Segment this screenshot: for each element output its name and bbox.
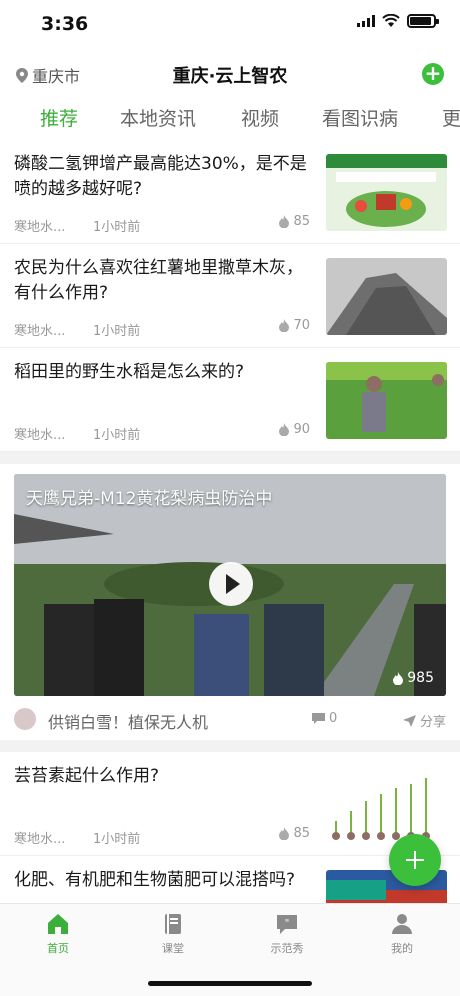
- article-time: 1小时前: [93, 220, 141, 235]
- share-button[interactable]: 分享: [402, 711, 446, 730]
- avatar[interactable]: [14, 708, 36, 730]
- video-title: 天鹰兄弟-M12黄花梨病虫防治中: [26, 489, 273, 509]
- battery-icon: [407, 14, 439, 28]
- article-source: 寒地水...: [14, 428, 66, 443]
- nav-bar: 重庆市 重庆·云上智农 +: [0, 54, 460, 96]
- category-tabs: 推荐 本地资讯 视频 看图识病 更: [0, 100, 460, 138]
- flame-icon: [393, 671, 404, 685]
- flame-icon: [279, 215, 290, 228]
- comment-button[interactable]: 0: [312, 711, 337, 726]
- tab-video[interactable]: 视频: [241, 104, 279, 131]
- rice-field-image: [326, 362, 447, 439]
- article-views-count: 70: [293, 318, 310, 333]
- tab-profile-label: 我的: [391, 942, 413, 955]
- article-views: 90: [279, 422, 310, 437]
- article-source: 寒地水...: [14, 220, 66, 235]
- book-icon: [165, 914, 181, 934]
- tab-home[interactable]: 首页: [18, 912, 98, 956]
- add-button[interactable]: +: [422, 63, 444, 85]
- play-icon[interactable]: [209, 562, 253, 606]
- comment-icon: [312, 712, 325, 724]
- video-views-count: 985: [407, 670, 434, 686]
- article-views: 85: [279, 826, 310, 841]
- tab-profile[interactable]: 我的: [362, 912, 442, 956]
- article-item[interactable]: 农民为什么喜欢往红薯地里撒草木灰，有什么作用? 寒地水... 1小时前 70: [0, 244, 460, 348]
- tab-showcase[interactable]: " 示范秀: [247, 912, 327, 956]
- article-views-count: 85: [293, 826, 310, 841]
- article-views-count: 85: [293, 214, 310, 229]
- article-time: 1小时前: [93, 832, 141, 847]
- home-indicator: [148, 981, 312, 986]
- flame-icon: [279, 827, 290, 840]
- chat-icon: ": [277, 915, 297, 934]
- article-title: 磷酸二氢钾增产最高能达30%，是不是喷的越多越好呢?: [14, 154, 307, 199]
- article-title: 稻田里的野生水稻是怎么来的?: [14, 362, 245, 382]
- tab-home-label: 首页: [47, 942, 69, 955]
- sprouts-image: [326, 766, 447, 843]
- author-name[interactable]: 供销白雪！植保无人机: [48, 709, 208, 733]
- page-title: 重庆·云上智农: [172, 66, 288, 87]
- flame-icon: [279, 319, 290, 332]
- article-source: 寒地水...: [14, 324, 66, 339]
- home-icon: [48, 914, 68, 934]
- section-divider: [0, 740, 460, 752]
- article-title: 农民为什么喜欢往红薯地里撒草木灰，有什么作用?: [14, 258, 303, 303]
- status-icons: [357, 14, 439, 28]
- video-card[interactable]: 天鹰兄弟-M12黄花梨病虫防治中 985 供销白雪！植保无人机 0 分享: [0, 462, 460, 744]
- tab-classroom-label: 课堂: [162, 942, 184, 955]
- ash-pile-image: [326, 258, 447, 335]
- tab-more[interactable]: 更: [442, 104, 460, 131]
- tab-showcase-label: 示范秀: [270, 942, 304, 955]
- article-source: 寒地水...: [14, 832, 66, 847]
- article-views-count: 90: [293, 422, 310, 437]
- wifi-icon: [382, 14, 400, 27]
- video-player[interactable]: 天鹰兄弟-M12黄花梨病虫防治中 985: [14, 474, 446, 696]
- article-views: 85: [279, 214, 310, 229]
- tab-local-news[interactable]: 本地资讯: [120, 104, 196, 131]
- plus-icon: +: [424, 61, 442, 85]
- tab-recommend[interactable]: 推荐: [40, 104, 78, 131]
- comment-count: 0: [329, 711, 338, 726]
- share-label: 分享: [419, 715, 446, 730]
- signal-icon: [357, 15, 375, 27]
- flame-icon: [279, 423, 290, 436]
- svg-text:": ": [285, 918, 290, 929]
- status-time: 3:36: [41, 13, 89, 35]
- article-views: 70: [279, 318, 310, 333]
- article-item[interactable]: 稻田里的野生水稻是怎么来的? 寒地水... 1小时前 90: [0, 348, 460, 452]
- article-time: 1小时前: [93, 324, 141, 339]
- user-icon: [392, 914, 412, 934]
- add-post-button[interactable]: [389, 834, 441, 886]
- article-item[interactable]: 磷酸二氢钾增产最高能达30%，是不是喷的越多越好呢? 寒地水... 1小时前 8…: [0, 140, 460, 244]
- tab-classroom[interactable]: 课堂: [133, 912, 213, 956]
- share-icon: [402, 714, 416, 727]
- article-title: 化肥、有机肥和生物菌肥可以混搭吗?: [14, 870, 296, 890]
- video-footer: 供销白雪！植保无人机 0 分享: [14, 708, 446, 732]
- article-time: 1小时前: [93, 428, 141, 443]
- video-views: 985: [393, 670, 434, 686]
- status-bar: 3:36: [0, 0, 460, 50]
- article-title: 芸苔素起什么作用?: [14, 766, 160, 786]
- fertilizer-bag-image: [326, 154, 447, 231]
- article-item[interactable]: 芸苔素起什么作用? 寒地水... 1小时前 85: [0, 752, 460, 856]
- tab-image-diagnosis[interactable]: 看图识病: [322, 104, 398, 131]
